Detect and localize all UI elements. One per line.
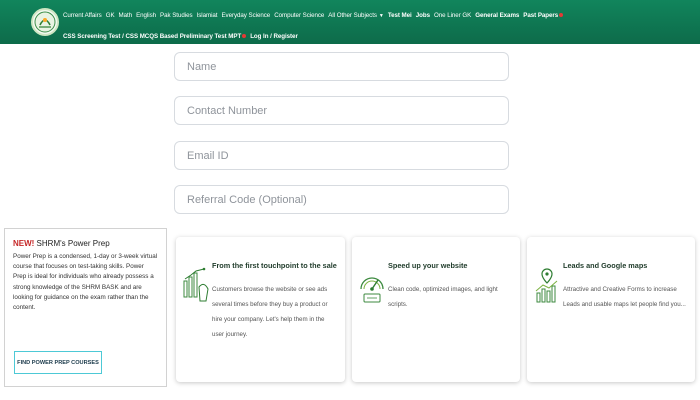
secondary-nav: CSS Screening Test / CSS MCQS Based Prel… <box>63 31 302 42</box>
nav-css-screening-label: CSS Screening Test / CSS MCQS Based Prel… <box>63 33 242 40</box>
logo-emblem-icon <box>34 11 56 33</box>
nav-test-mei[interactable]: Test Mei <box>388 12 412 19</box>
nav-math[interactable]: Math <box>119 12 133 19</box>
feature-card-speed: Speed up your website Clean code, optimi… <box>352 237 520 382</box>
shrm-ad-box: NEW! SHRM's Power Prep Power Prep is a c… <box>4 228 167 387</box>
nav-jobs[interactable]: Jobs <box>416 12 430 19</box>
nav-all-other-subjects[interactable]: All Other Subjects ▼ <box>328 12 384 19</box>
email-input[interactable] <box>174 141 509 170</box>
nav-computer-science[interactable]: Computer Science <box>274 12 324 19</box>
speedometer-icon <box>360 277 384 303</box>
nav-css-screening-test[interactable]: CSS Screening Test / CSS MCQS Based Prel… <box>63 33 247 40</box>
site-logo-icon[interactable] <box>31 8 59 36</box>
feature-card-leads: Leads and Google maps Attractive and Cre… <box>527 237 695 382</box>
referral-code-input[interactable] <box>174 185 509 214</box>
nav-one-liner-gk[interactable]: One Liner GK <box>434 12 471 19</box>
nav-islamiat[interactable]: Islamiat <box>197 12 218 19</box>
nav-current-affairs[interactable]: Current Affairs <box>63 12 102 19</box>
feature-card-touchpoint: From the first touchpoint to the sale Cu… <box>176 237 345 382</box>
nav-everyday-science[interactable]: Everyday Science <box>221 12 270 19</box>
nav-gk[interactable]: GK <box>106 12 115 19</box>
nav-login-register[interactable]: Log In / Register <box>250 33 298 40</box>
ad-title: NEW! SHRM's Power Prep <box>13 239 158 248</box>
card-title: Leads and Google maps <box>563 261 648 270</box>
ad-title-text: SHRM's Power Prep <box>34 239 110 248</box>
nav-past-papers-label: Past Papers <box>523 11 559 19</box>
nav-english[interactable]: English <box>136 12 156 19</box>
chevron-down-icon: ▼ <box>378 12 384 19</box>
touchpoint-chart-icon <box>183 267 209 302</box>
nav-past-papers[interactable]: Past Papers <box>523 11 564 19</box>
nav-pak-studies[interactable]: Pak Studies <box>160 12 193 19</box>
card-text: Attractive and Creative Forms to increas… <box>563 286 686 308</box>
primary-nav: Current Affairs GK Math English Pak Stud… <box>63 9 567 21</box>
ad-body-text: Power Prep is a condensed, 1-day or 3-we… <box>13 253 158 312</box>
card-title: Speed up your website <box>388 261 468 270</box>
contact-number-input[interactable] <box>174 96 509 125</box>
ad-new-label: NEW! <box>13 239 35 248</box>
new-badge-icon <box>559 12 564 17</box>
nav-general-exams[interactable]: General Exams <box>475 12 519 19</box>
card-text: Clean code, optimized images, and light … <box>388 286 498 308</box>
leads-map-icon <box>535 268 558 303</box>
new-badge-icon <box>242 34 247 39</box>
nav-all-other-subjects-label: All Other Subjects <box>328 11 377 19</box>
card-title: From the first touchpoint to the sale <box>212 261 337 270</box>
card-text: Customers browse the website or see ads … <box>212 286 328 338</box>
name-input[interactable] <box>174 52 509 81</box>
site-header: Current Affairs GK Math English Pak Stud… <box>0 0 700 44</box>
find-power-prep-courses-button[interactable]: FIND POWER PREP COURSES <box>14 351 102 374</box>
